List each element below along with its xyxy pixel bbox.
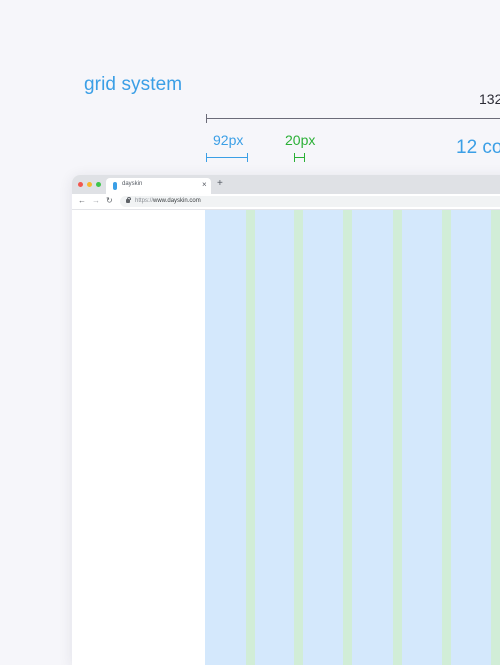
- grid-columns-area: [205, 210, 500, 665]
- total-width-line-tick: [206, 114, 207, 123]
- forward-arrow-icon[interactable]: →: [92, 196, 100, 206]
- gutter-width-measure: [294, 153, 305, 162]
- total-width-label: 132: [479, 91, 500, 107]
- url-scheme: https://: [135, 198, 154, 204]
- gutter-measure-tick-right: [304, 153, 305, 162]
- url-text: https://www.dayskin.com: [135, 197, 201, 206]
- column-measure-tick-right: [247, 153, 248, 162]
- total-width-line: [206, 118, 500, 119]
- column-width-measure: [206, 153, 248, 162]
- minimize-window-dot[interactable]: [87, 182, 92, 187]
- grid-gutter: [491, 210, 500, 665]
- plus-icon[interactable]: +: [217, 178, 223, 190]
- tab-bar: dayskin × +: [72, 175, 500, 194]
- page-title: grid system: [84, 74, 183, 95]
- favicon-icon: [113, 182, 117, 190]
- url-field[interactable]: https://www.dayskin.com: [120, 196, 500, 207]
- maximize-window-dot[interactable]: [96, 182, 101, 187]
- address-bar: ← → ↻ https://www.dayskin.com: [72, 194, 500, 210]
- browser-tab[interactable]: dayskin ×: [106, 178, 211, 194]
- grid-gutter: [246, 210, 255, 665]
- page-viewport: [72, 210, 500, 665]
- url-host: www.dayskin.com: [153, 198, 201, 204]
- grid-gutter: [294, 210, 303, 665]
- reload-icon[interactable]: ↻: [106, 196, 113, 206]
- close-icon[interactable]: ×: [202, 180, 207, 190]
- columns-count-label: 12 col: [456, 137, 500, 158]
- lock-icon: [126, 197, 131, 203]
- column-measure-bar: [206, 157, 248, 158]
- gutter-width-label: 20px: [285, 132, 316, 148]
- grid-gutter: [442, 210, 451, 665]
- back-arrow-icon[interactable]: ←: [78, 196, 86, 206]
- gutter-measure-tick-left: [294, 153, 295, 162]
- column-width-label: 92px: [213, 132, 244, 148]
- grid-gutter: [393, 210, 402, 665]
- grid-gutter: [343, 210, 352, 665]
- browser-window: dayskin × + ← → ↻ https://www.dayskin.co…: [72, 175, 500, 665]
- close-window-dot[interactable]: [78, 182, 83, 187]
- tab-title: dayskin: [122, 181, 143, 187]
- column-measure-tick-left: [206, 153, 207, 162]
